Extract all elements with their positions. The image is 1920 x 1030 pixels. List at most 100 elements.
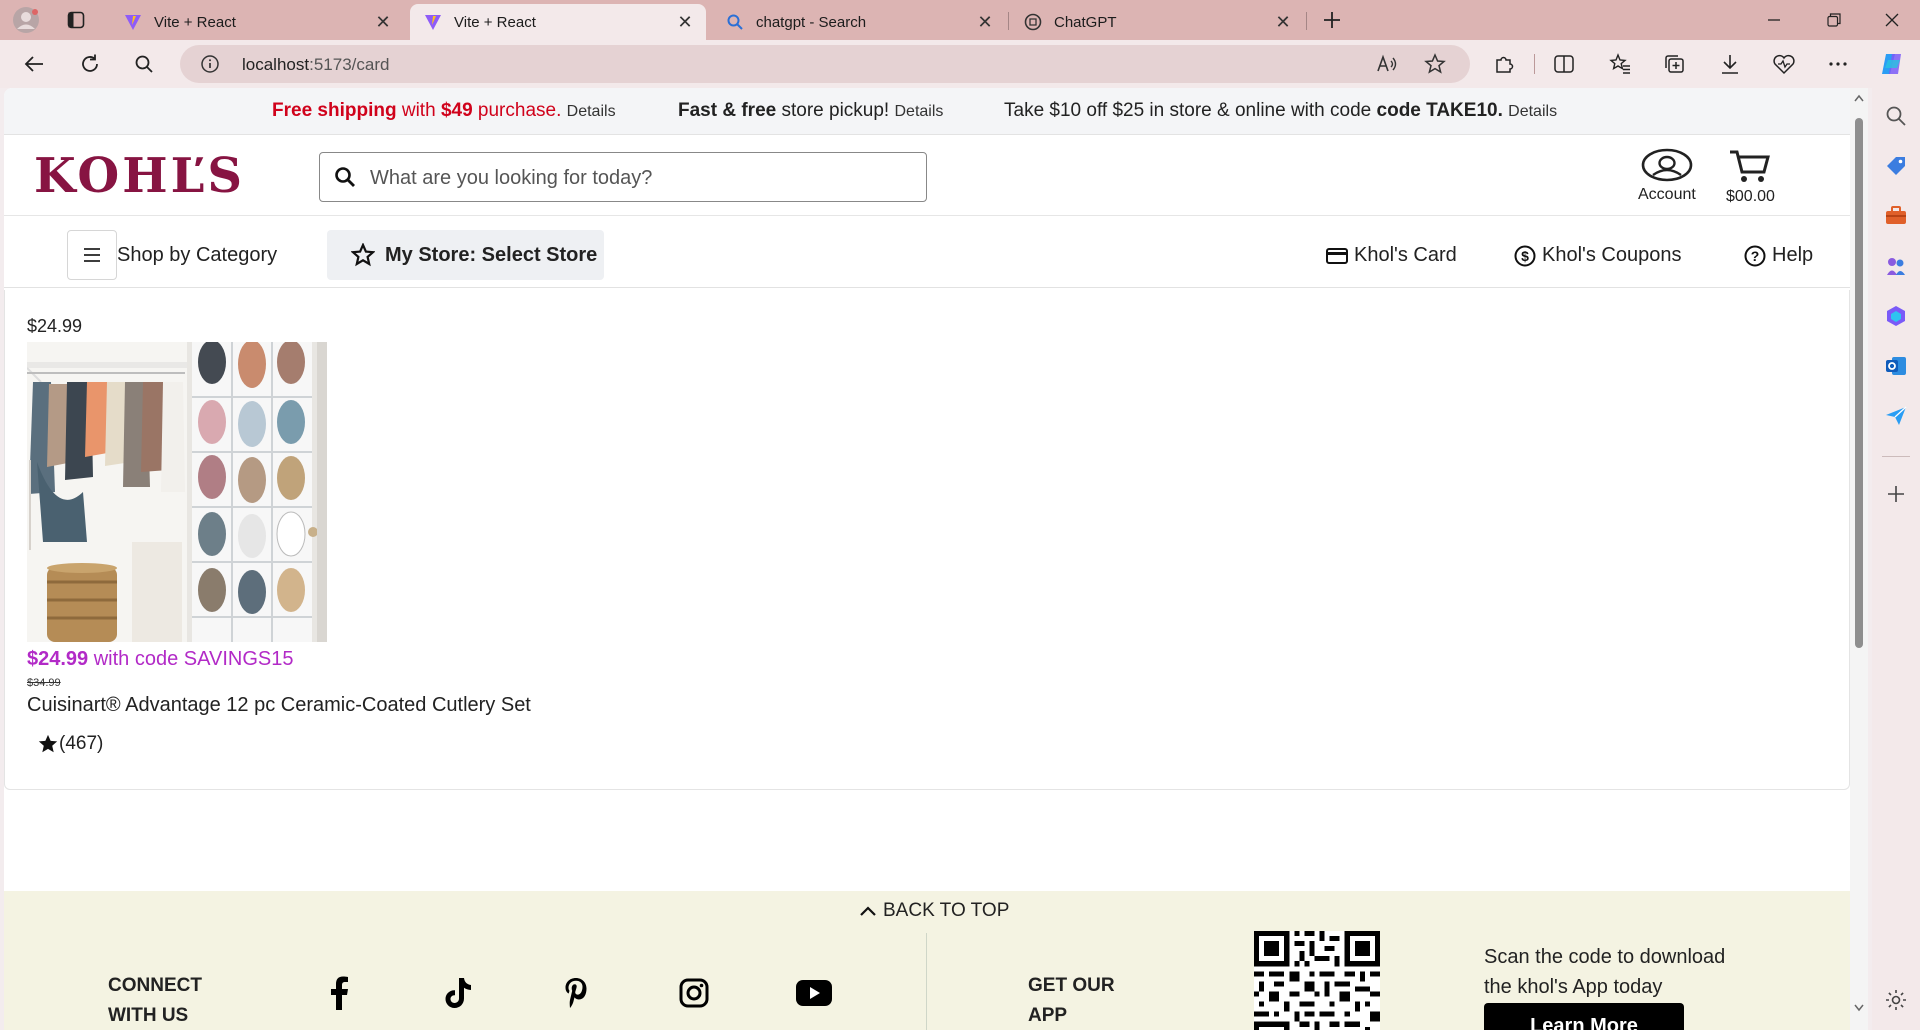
account-label: Account (1638, 186, 1696, 203)
split-screen-icon[interactable] (1548, 48, 1580, 80)
more-options-icon[interactable] (1822, 48, 1854, 80)
scroll-up-arrow-icon[interactable] (1854, 94, 1864, 102)
details-link[interactable]: Details (895, 103, 944, 120)
help-circle-icon: ? (1744, 245, 1766, 266)
product-rating[interactable]: (467) (37, 733, 103, 755)
scan-app-text: Scan the code to download the khol's App… (1484, 946, 1726, 998)
browser-toolbar: localhost:5173/card (0, 40, 1920, 88)
hamburger-icon (84, 248, 100, 262)
tools-briefcase-icon[interactable] (1884, 204, 1908, 228)
get-app-heading: GET OUR APP (1028, 975, 1115, 1026)
read-aloud-icon[interactable] (1376, 54, 1398, 74)
tab-vite-react-1[interactable]: Vite + React ✕ (110, 4, 404, 40)
tab-vite-react-2[interactable]: Vite + React ✕ (410, 4, 706, 40)
kohls-logo[interactable]: KOHĽS (34, 148, 245, 204)
minimize-icon[interactable] (1746, 0, 1802, 40)
hamburger-menu-button[interactable] (67, 230, 117, 280)
add-sidebar-app-icon[interactable] (1884, 482, 1908, 506)
site-footer: BACK TO TOP CONNECT WITH US GET OUR APP (4, 891, 1850, 1030)
tab-actions-icon[interactable] (62, 6, 90, 34)
cart-total: $00.00 (1726, 188, 1775, 205)
category-nav: Shop by Category My Store: Select Store … (4, 217, 1850, 288)
tab-title: Vite + React (154, 13, 236, 31)
close-tab-icon[interactable]: ✕ (674, 11, 696, 33)
account-button[interactable]: Account (1638, 148, 1696, 204)
outlook-icon[interactable] (1884, 354, 1908, 378)
tab-separator (1008, 12, 1009, 30)
kohls-coupons-link[interactable]: $ Khol's Coupons (1514, 244, 1681, 267)
tab-title: chatgpt - Search (756, 13, 867, 31)
cart-button[interactable]: $00.00 (1726, 148, 1775, 206)
chevron-up-icon (860, 906, 876, 916)
refresh-icon[interactable] (74, 48, 106, 80)
sidebar-search-icon[interactable] (1884, 104, 1908, 128)
my-store-label: My Store: Select Store (385, 243, 598, 266)
new-tab-icon[interactable] (1318, 6, 1346, 34)
star-filled-icon (38, 734, 58, 753)
url-text: localhost:5173/card (242, 55, 390, 74)
kohls-card-link[interactable]: Khol's Card (1326, 244, 1457, 267)
pinterest-icon[interactable] (556, 973, 596, 1013)
youtube-icon[interactable] (794, 973, 834, 1013)
search-box[interactable] (319, 152, 927, 202)
address-bar[interactable]: localhost:5173/card (180, 45, 1470, 83)
scrollbar-thumb[interactable] (1855, 118, 1863, 648)
cart-icon (1730, 150, 1771, 182)
account-icon (1641, 148, 1693, 182)
close-tab-icon[interactable]: ✕ (372, 11, 394, 33)
learn-more-button[interactable]: Learn More (1484, 1003, 1684, 1030)
page-scrollbar[interactable] (1850, 88, 1868, 1030)
shopping-tag-icon[interactable] (1884, 154, 1908, 178)
send-drop-icon[interactable] (1884, 404, 1908, 428)
svg-text:$: $ (1521, 248, 1529, 264)
product-content: $24.99 $24.99 with code SAVINGS15 $34.99… (4, 290, 1850, 790)
instagram-icon[interactable] (674, 973, 714, 1013)
copilot-icon[interactable] (1876, 48, 1908, 80)
footer-divider (926, 933, 927, 1030)
rating-count: (467) (59, 733, 104, 754)
restore-icon[interactable] (1806, 0, 1862, 40)
tab-chatgpt-search[interactable]: chatgpt - Search ✕ (712, 4, 1006, 40)
product-price: $24.99 (27, 316, 83, 336)
close-tab-icon[interactable]: ✕ (1272, 11, 1294, 33)
chatgpt-favicon-icon (1024, 13, 1042, 31)
favorite-star-icon[interactable] (1424, 53, 1446, 75)
help-link[interactable]: ? Help (1744, 244, 1813, 267)
scroll-down-arrow-icon[interactable] (1854, 1004, 1864, 1012)
close-window-icon[interactable] (1864, 0, 1920, 40)
page-viewport: Free shipping with $49 purchase. Details… (4, 88, 1850, 1030)
microsoft-365-icon[interactable] (1884, 304, 1908, 328)
product-image[interactable] (27, 342, 327, 642)
profile-avatar-icon[interactable] (12, 6, 40, 34)
favorites-icon[interactable] (1604, 48, 1636, 80)
site-info-icon[interactable] (200, 54, 220, 74)
search-icon[interactable] (128, 48, 160, 80)
close-tab-icon[interactable]: ✕ (974, 11, 996, 33)
tab-title: Vite + React (454, 13, 536, 31)
tiktok-icon[interactable] (438, 973, 478, 1013)
app-qr-code (1254, 931, 1380, 1030)
search-icon (335, 167, 355, 187)
my-store-button[interactable]: My Store: Select Store (327, 230, 604, 280)
collections-icon[interactable] (1658, 48, 1690, 80)
browser-essentials-icon[interactable] (1768, 48, 1800, 80)
details-link[interactable]: Details (567, 103, 616, 120)
product-title[interactable]: Cuisinart® Advantage 12 pc Ceramic-Coate… (27, 694, 531, 717)
search-input[interactable] (370, 165, 910, 191)
sale-price: $24.99 (27, 648, 89, 670)
back-arrow-icon[interactable] (18, 48, 50, 80)
extensions-icon[interactable] (1488, 48, 1520, 80)
downloads-icon[interactable] (1714, 48, 1746, 80)
sale-code: with code SAVINGS15 (93, 648, 294, 670)
details-link[interactable]: Details (1508, 103, 1557, 120)
tab-chatgpt[interactable]: ChatGPT ✕ (1010, 4, 1304, 40)
back-to-top-link[interactable]: BACK TO TOP (859, 900, 1009, 922)
shop-by-category-link[interactable]: Shop by Category (117, 244, 277, 267)
promo-free-shipping: Free shipping with $49 purchase. Details (272, 100, 616, 121)
games-icon[interactable] (1884, 254, 1908, 278)
tab-title: ChatGPT (1054, 13, 1117, 31)
toolbar-separator (1534, 54, 1535, 74)
credit-card-icon (1326, 247, 1348, 264)
facebook-icon[interactable] (319, 973, 359, 1013)
sidebar-settings-icon[interactable] (1884, 988, 1908, 1012)
